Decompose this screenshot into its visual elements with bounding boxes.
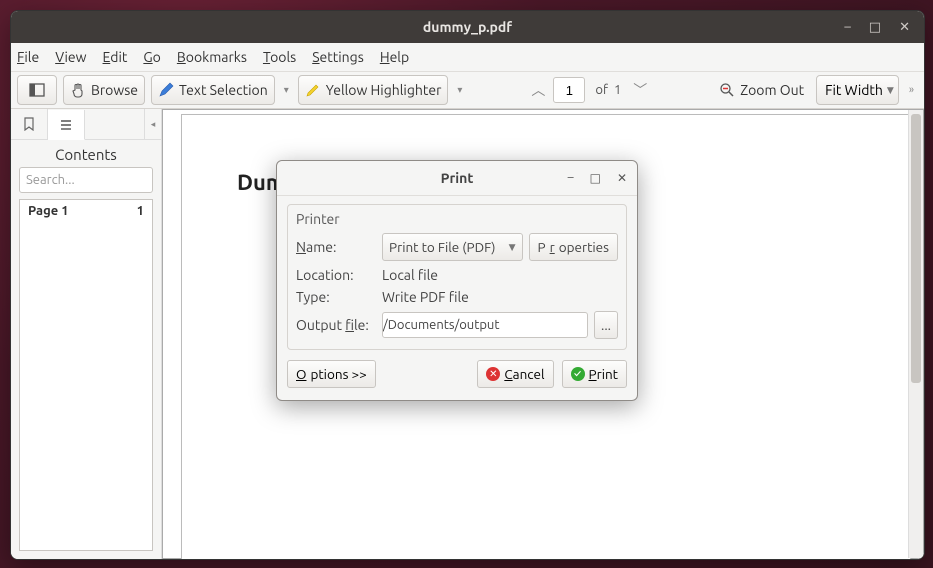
text-selection-button[interactable]: Text Selection — [151, 75, 275, 105]
menu-bookmarks[interactable]: Bookmarks — [177, 49, 247, 65]
zoom-mode-select[interactable]: Fit Width ▼ — [816, 75, 899, 105]
search-placeholder: Search... — [26, 173, 75, 187]
zoom-out-button[interactable]: Zoom Out — [713, 76, 810, 104]
toolbar-overflow-button[interactable]: » — [905, 84, 918, 96]
printer-group: Printer Name: Print to File (PDF) ▼ Prop… — [287, 204, 627, 350]
output-file-browse-button[interactable]: ... — [594, 311, 618, 339]
menu-help[interactable]: Help — [380, 49, 409, 65]
vertical-scrollbar[interactable] — [908, 110, 923, 558]
zoom-mode-value: Fit Width — [825, 82, 883, 98]
printer-location-label: Location: — [296, 267, 376, 283]
printer-name-label: Name: — [296, 239, 376, 255]
toolbar: Browse Text Selection ▾ Yellow Highlight… — [11, 72, 924, 109]
print-dialog: Print – □ ✕ Printer Name: Print to File … — [276, 160, 638, 401]
menu-tools[interactable]: Tools — [263, 49, 296, 65]
toggle-sidebar-button[interactable] — [17, 75, 57, 105]
sidebar-item-page[interactable]: Page 1 1 — [20, 200, 152, 222]
window-close-button[interactable]: ✕ — [899, 20, 910, 35]
dialog-maximize-button[interactable]: □ — [590, 171, 601, 185]
bookmark-icon — [22, 117, 36, 131]
chevron-down-icon: ▼ — [509, 242, 516, 253]
dialog-minimize-button[interactable]: – — [568, 171, 574, 185]
browse-button[interactable]: Browse — [63, 75, 145, 105]
highlighter-dropdown[interactable]: ▾ — [454, 84, 465, 96]
next-page-button[interactable]: ﹀ — [631, 80, 649, 100]
output-file-label: Output file: — [296, 317, 376, 333]
chevron-down-icon: ▼ — [887, 85, 894, 96]
sidebar-icon — [29, 82, 45, 98]
page-of-label: of 1 — [591, 83, 625, 97]
zoom-out-icon — [719, 82, 735, 98]
sidebar-tabs: ◂ — [11, 109, 161, 140]
printer-type-value: Write PDF file — [382, 289, 469, 305]
output-file-value: arvottam/Documents/output — [382, 318, 499, 332]
dialog-actions: Options >> ✕ Cancel ✓ Print — [287, 360, 627, 388]
printer-name-select[interactable]: Print to File (PDF) ▼ — [382, 233, 523, 261]
highlighter-button[interactable]: Yellow Highlighter — [298, 75, 449, 105]
ok-icon: ✓ — [571, 367, 585, 381]
titlebar: dummy_p.pdf – □ ✕ — [11, 11, 924, 43]
menu-file[interactable]: File — [17, 49, 39, 65]
browse-label: Browse — [91, 82, 138, 98]
dialog-body: Printer Name: Print to File (PDF) ▼ Prop… — [277, 196, 637, 400]
output-file-input[interactable]: arvottam/Documents/output — [382, 312, 588, 338]
cancel-icon: ✕ — [486, 367, 500, 381]
menu-settings[interactable]: Settings — [312, 49, 364, 65]
window-minimize-button[interactable]: – — [844, 20, 850, 35]
sidebar-search-input[interactable]: Search... — [19, 167, 153, 193]
scrollbar-thumb[interactable] — [911, 114, 921, 383]
menu-view[interactable]: View — [55, 49, 86, 65]
menu-go[interactable]: Go — [143, 49, 161, 65]
print-button[interactable]: ✓ Print — [562, 360, 628, 388]
printer-group-title: Printer — [296, 211, 618, 227]
cancel-button[interactable]: ✕ Cancel — [477, 360, 553, 388]
text-selection-label: Text Selection — [179, 82, 268, 98]
sidebar: ◂ Contents Search... Page 1 1 — [11, 109, 162, 559]
sidebar-item-number: 1 — [137, 204, 144, 218]
printer-type-label: Type: — [296, 289, 376, 305]
dialog-titlebar: Print – □ ✕ — [277, 161, 637, 196]
printer-name-value: Print to File (PDF) — [389, 239, 496, 255]
sidebar-tab-contents[interactable] — [48, 110, 85, 140]
sidebar-title: Contents — [11, 140, 161, 167]
dialog-close-button[interactable]: ✕ — [617, 171, 627, 185]
menubar: File View Edit Go Bookmarks Tools Settin… — [11, 43, 924, 72]
hand-icon — [70, 82, 86, 98]
contents-icon — [59, 118, 73, 132]
prev-page-button[interactable]: ︿ — [529, 80, 547, 100]
sidebar-collapse-button[interactable]: ◂ — [144, 109, 161, 139]
pencil-icon — [158, 82, 174, 98]
zoom-out-label: Zoom Out — [740, 82, 804, 98]
highlighter-label: Yellow Highlighter — [326, 82, 442, 98]
printer-location-value: Local file — [382, 267, 438, 283]
page-number-input[interactable] — [553, 77, 585, 103]
printer-properties-button[interactable]: Properties — [529, 233, 618, 261]
highlighter-icon — [305, 82, 321, 98]
options-button[interactable]: Options >> — [287, 360, 376, 388]
sidebar-item-label: Page 1 — [28, 204, 69, 218]
sidebar-contents-list: Page 1 1 — [19, 199, 153, 551]
window-maximize-button[interactable]: □ — [869, 20, 881, 35]
sidebar-tab-thumbnails[interactable] — [11, 109, 48, 139]
window-title: dummy_p.pdf — [11, 19, 924, 35]
text-selection-dropdown[interactable]: ▾ — [281, 84, 292, 96]
menu-edit[interactable]: Edit — [103, 49, 128, 65]
